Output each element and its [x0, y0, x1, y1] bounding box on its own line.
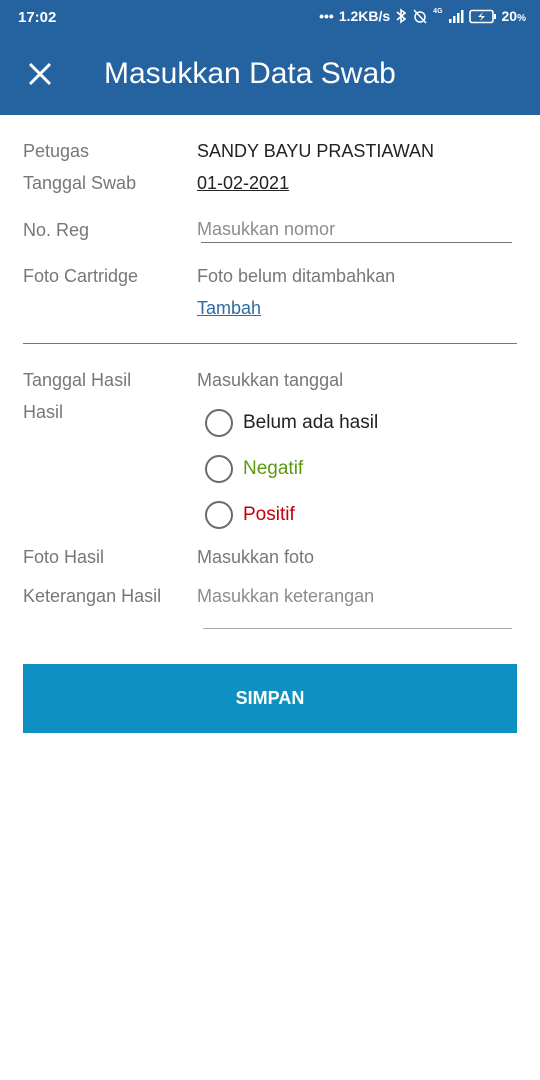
hasil-label: Hasil [23, 402, 64, 422]
petugas-value: SANDY BAYU PRASTIAWAN [197, 141, 435, 161]
status-bar: 17:02 ••• 1.2KB/s 4G 20% [0, 0, 540, 36]
radio-belum-ada-hasil[interactable]: Belum ada hasil [205, 409, 378, 437]
radio-negatif[interactable]: Negatif [205, 455, 303, 483]
radio-label: Positif [243, 504, 295, 525]
no-reg-input[interactable]: Masukkan nomor [197, 219, 335, 240]
tanggal-swab-value[interactable]: 01-02-2021 [197, 173, 289, 194]
radio-circle[interactable] [205, 409, 233, 437]
keterangan-hasil-input[interactable]: Masukkan keterangan [197, 586, 374, 607]
radio-label: Negatif [243, 458, 304, 479]
dots-icon: ••• [319, 8, 334, 24]
tambah-link[interactable]: Tambah [197, 298, 261, 319]
radio-circle[interactable] [205, 501, 233, 529]
radio-circle[interactable] [205, 455, 233, 483]
keterangan-hasil-label: Keterangan Hasil [23, 586, 162, 606]
status-right: ••• 1.2KB/s 4G 20% [319, 8, 526, 24]
status-time: 17:02 [18, 9, 57, 26]
radio-positif[interactable]: Positif [205, 501, 295, 529]
app-header: 17:02 ••• 1.2KB/s 4G 20% Masukkan Data S… [0, 0, 540, 115]
battery-charging-icon [468, 9, 496, 23]
close-icon[interactable] [24, 58, 56, 90]
no-reg-underline [201, 242, 512, 243]
network-speed: 1.2KB/s [338, 8, 391, 24]
page-title: Masukkan Data Swab [104, 57, 396, 90]
battery-percent: 20% [501, 8, 526, 24]
foto-cartridge-status: Foto belum ditambahkan [197, 266, 396, 286]
alarm-off-icon [413, 9, 427, 24]
petugas-label: Petugas [23, 141, 90, 161]
bluetooth-icon [396, 8, 407, 24]
foto-hasil-input[interactable]: Masukkan foto [197, 547, 314, 568]
signal-icon [448, 10, 464, 23]
save-button[interactable]: SIMPAN [23, 664, 517, 733]
tanggal-swab-label: Tanggal Swab [23, 173, 137, 193]
radio-label: Belum ada hasil [243, 412, 379, 433]
tanggal-hasil-input[interactable]: Masukkan tanggal [197, 370, 343, 391]
foto-hasil-label: Foto Hasil [23, 547, 105, 567]
section-divider [23, 343, 517, 344]
network-type: 4G [433, 8, 443, 15]
tanggal-hasil-label: Tanggal Hasil [23, 370, 132, 390]
no-reg-label: No. Reg [23, 220, 90, 240]
keterangan-underline [203, 628, 512, 629]
foto-cartridge-label: Foto Cartridge [23, 266, 139, 286]
